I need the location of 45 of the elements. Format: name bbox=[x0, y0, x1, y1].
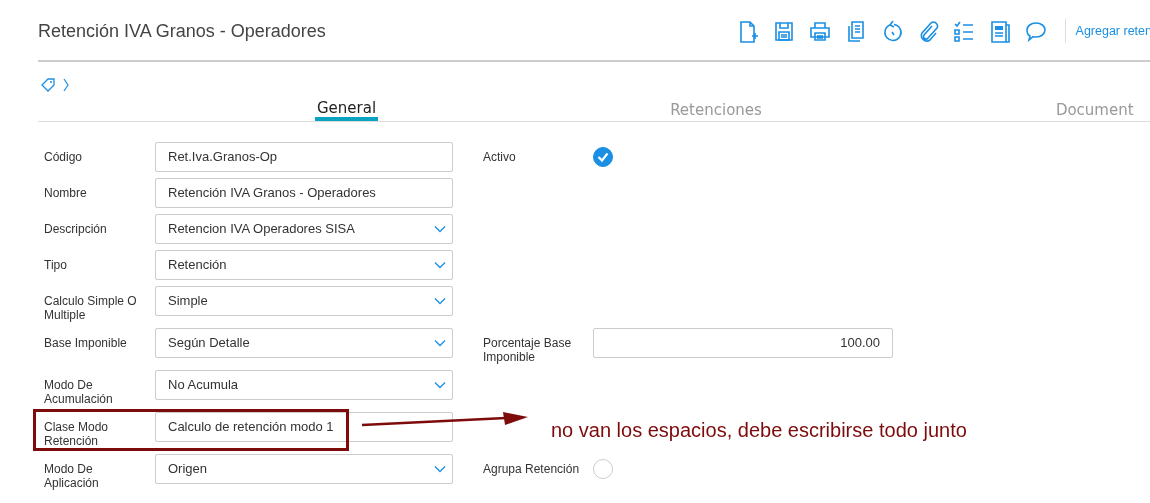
window-title: Retención IVA Granos - Operadores bbox=[38, 20, 327, 42]
field-label: Modo De Aplicación bbox=[44, 461, 100, 490]
chevron-down-icon bbox=[434, 381, 446, 389]
chevron-right-icon[interactable] bbox=[63, 78, 69, 92]
chevron-down-icon bbox=[434, 465, 446, 473]
save-icon bbox=[772, 19, 795, 43]
field-label: Tipo bbox=[44, 257, 68, 272]
input-field[interactable]: 100.00 bbox=[593, 328, 893, 358]
document-icon bbox=[988, 19, 1011, 43]
field-label: Código bbox=[44, 149, 84, 164]
chevron-down-icon bbox=[434, 225, 446, 233]
field-label: Modo De Acumulación bbox=[44, 377, 114, 406]
print-icon bbox=[808, 19, 831, 43]
input-field[interactable]: Calculo de retención modo 1 bbox=[155, 412, 453, 442]
chevron-down-icon bbox=[434, 261, 446, 269]
checkbox[interactable] bbox=[593, 147, 613, 167]
comment-button[interactable] bbox=[1024, 19, 1047, 43]
checklist-button[interactable] bbox=[952, 19, 975, 43]
chevron-down-icon bbox=[434, 339, 446, 347]
field-label: Clase Modo Retención bbox=[44, 419, 110, 448]
annotation-note: no van los espacios, debe escribirse todo junto bbox=[551, 419, 967, 442]
dropdown-field[interactable]: Simple bbox=[155, 286, 453, 316]
tag-icon[interactable] bbox=[40, 78, 55, 92]
save-button[interactable] bbox=[772, 19, 795, 43]
field-label: Nombre bbox=[44, 185, 88, 200]
field-label: Calculo Simple O Multiple bbox=[44, 293, 138, 322]
chevron-down-icon bbox=[434, 297, 446, 305]
field-label: Agrupa Retención bbox=[483, 461, 581, 476]
field-label: Porcentaje Base Imponible bbox=[483, 335, 573, 364]
dropdown-field[interactable]: Retención bbox=[155, 250, 453, 280]
checklist-icon bbox=[952, 19, 975, 43]
document-button[interactable] bbox=[988, 19, 1011, 43]
tab[interactable]: General bbox=[315, 98, 379, 121]
dropdown-field[interactable]: Según Detalle bbox=[155, 328, 453, 358]
checkmark-icon bbox=[597, 152, 609, 162]
input-field[interactable]: Retención IVA Granos - Operadores bbox=[155, 178, 453, 208]
print-button[interactable] bbox=[808, 19, 831, 43]
field-label: Activo bbox=[483, 149, 517, 164]
field-label: Descripción bbox=[44, 221, 108, 236]
dropdown-field[interactable]: No Acumula bbox=[155, 370, 453, 400]
dropdown-field[interactable]: Origen bbox=[155, 454, 453, 484]
input-field[interactable]: Ret.Iva.Granos-Op bbox=[155, 142, 453, 172]
comment-icon bbox=[1024, 19, 1047, 43]
dropdown-field[interactable]: Retencion IVA Operadores SISA bbox=[155, 214, 453, 244]
field-label: Base Imponible bbox=[44, 335, 128, 350]
